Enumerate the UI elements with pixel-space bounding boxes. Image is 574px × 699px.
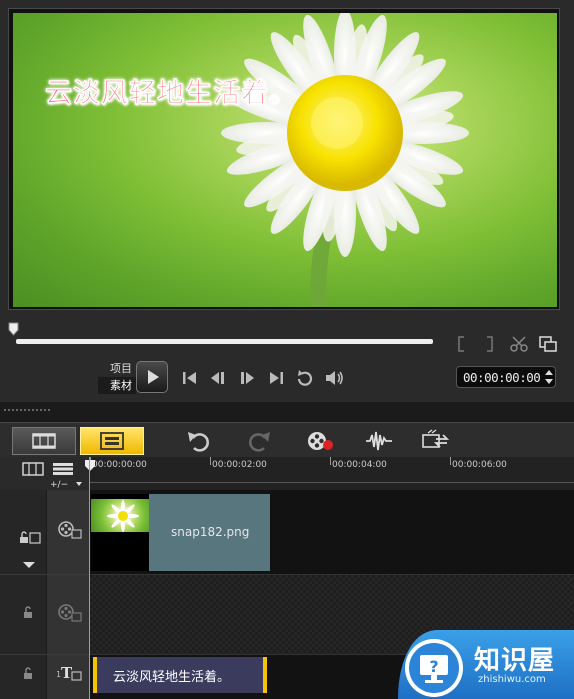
svg-text:T: T <box>61 664 73 682</box>
undo-icon[interactable] <box>184 429 214 453</box>
daisy-photo <box>221 13 469 307</box>
ruler-baseline <box>89 482 574 483</box>
video-track-header <box>0 490 90 575</box>
timeline-view-button[interactable] <box>80 427 144 455</box>
watermark-url: zhishiwu.com <box>478 674 546 685</box>
previous-frame-icon[interactable] <box>207 367 229 389</box>
ruler-tick <box>330 457 331 465</box>
title-clip-text: 云淡风轻地生活着。 <box>113 670 231 685</box>
svg-text:?: ? <box>429 657 438 676</box>
video-track-icon-box <box>46 490 90 574</box>
scrubber-thumb-icon[interactable] <box>8 322 19 336</box>
mode-clip-label[interactable]: 素材 <box>98 377 136 394</box>
track-expand-icon[interactable] <box>22 560 36 570</box>
preview-frame: 云淡风轻地生活着。 <box>8 8 560 310</box>
title-track-icon-box: 1 T <box>46 655 90 699</box>
audio-mixer-icon[interactable] <box>364 429 394 453</box>
scrubber-track[interactable] <box>16 339 433 344</box>
timeline-view-icon <box>100 432 124 450</box>
panel-grip-icon[interactable] <box>4 409 52 413</box>
ruler-header: +/− <box>0 457 89 490</box>
show-all-tracks-icon[interactable] <box>22 462 46 476</box>
title-track-header: 1 T <box>0 655 90 699</box>
preview-image: 云淡风轻地生活着。 <box>13 13 557 307</box>
next-frame-icon[interactable] <box>236 367 258 389</box>
clip-thumbnail-image <box>91 499 149 532</box>
lock-icon[interactable] <box>22 606 34 620</box>
lock-icon[interactable] <box>22 667 34 681</box>
filmstrip-icon <box>32 433 56 449</box>
ruler-label: 00:00:00:00 <box>92 460 147 470</box>
playhead-marker-icon[interactable] <box>84 459 96 473</box>
play-icon <box>148 370 159 384</box>
split-clip-icon[interactable] <box>510 335 528 353</box>
overlay-title-text: 云淡风轻地生活着。 <box>45 78 297 110</box>
ruler-tick <box>210 457 211 465</box>
volume-icon[interactable] <box>323 367 345 389</box>
ruler-label: 00:00:02:00 <box>212 460 267 470</box>
title-clip[interactable]: 云淡风轻地生活着。 <box>93 657 267 693</box>
mark-out-icon[interactable] <box>484 335 496 353</box>
ruler-label: 00:00:04:00 <box>332 460 387 470</box>
overlay-track-icon-box <box>46 575 90 654</box>
redo-icon[interactable] <box>244 429 274 453</box>
title-track-icon[interactable]: 1 T <box>55 663 85 683</box>
enlarge-preview-icon[interactable] <box>538 335 558 353</box>
timeline-toolbar <box>0 422 574 458</box>
track-manager-icon[interactable] <box>52 462 74 476</box>
lock-ripple-icon[interactable] <box>18 531 42 545</box>
auto-music-icon[interactable] <box>420 429 450 453</box>
overlay-track-header <box>0 575 90 655</box>
zoom-adjust-icon[interactable]: +/− <box>48 479 88 489</box>
video-clip[interactable]: snap182.png <box>91 494 270 571</box>
playhead-line[interactable] <box>89 457 90 699</box>
timecode-stepper-icon[interactable] <box>544 369 554 385</box>
timecode-value[interactable]: 00:00:00:00 <box>463 370 541 385</box>
ruler-tick <box>450 457 451 465</box>
daisy-thumbnail <box>107 500 139 532</box>
clip-thumbnail <box>91 494 149 571</box>
timeline-ruler[interactable]: 00:00:00:00 00:00:02:00 00:00:04:00 00:0… <box>89 457 574 491</box>
mark-in-icon[interactable] <box>455 335 467 353</box>
timecode-field[interactable]: 00:00:00:00 <box>456 366 556 388</box>
ruler-label: 00:00:06:00 <box>452 460 507 470</box>
storyboard-view-button[interactable] <box>12 427 76 455</box>
go-to-end-icon[interactable] <box>265 367 287 389</box>
play-button[interactable] <box>136 361 168 393</box>
go-to-start-icon[interactable] <box>179 367 201 389</box>
overlay-track-icon[interactable] <box>58 603 82 623</box>
repeat-icon[interactable] <box>294 367 316 389</box>
mode-project-label[interactable]: 项目 <box>98 360 136 377</box>
playback-mode-switch[interactable]: 项目 素材 <box>98 360 136 394</box>
record-capture-icon[interactable] <box>304 429 336 453</box>
video-track-icon[interactable] <box>58 520 82 540</box>
preview-panel: 云淡风轻地生活着。 项目 素材 00:00:00:00 <box>0 0 574 402</box>
svg-text:+/−: +/− <box>50 480 68 489</box>
clip-name: snap182.png <box>171 525 250 539</box>
watermark-title: 知识屋 <box>474 646 556 676</box>
